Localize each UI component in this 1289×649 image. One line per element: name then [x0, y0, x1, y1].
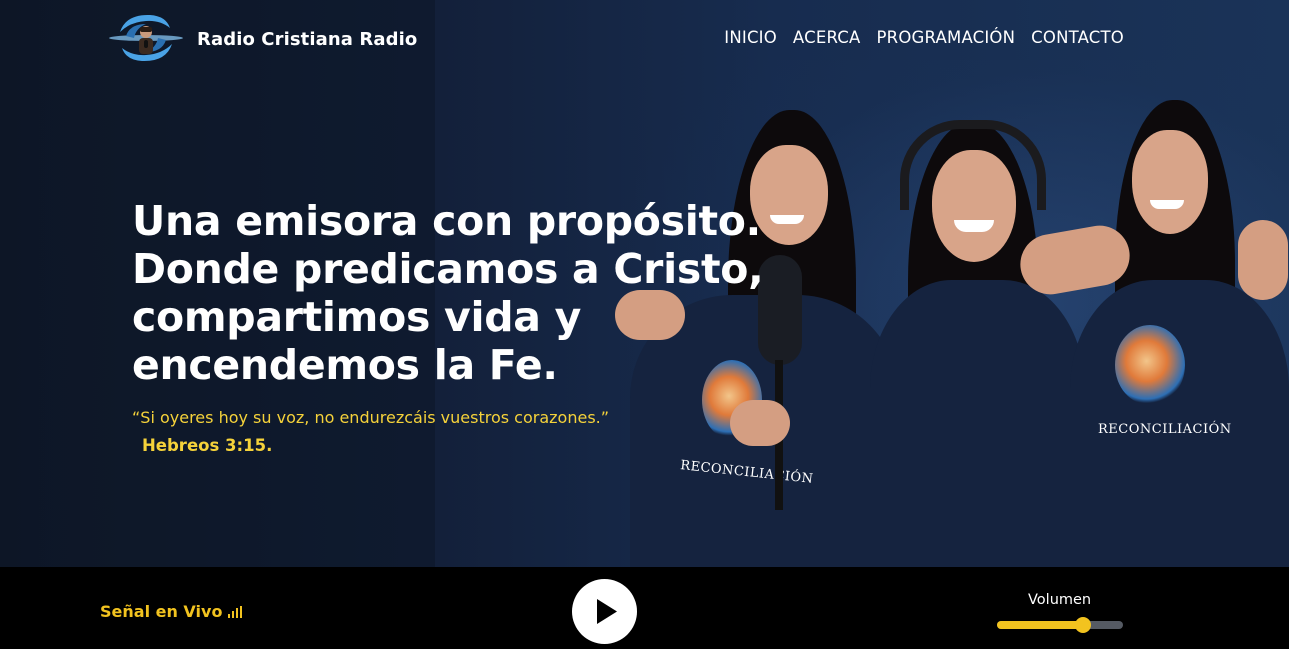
- live-label: Señal en Vivo: [100, 602, 223, 621]
- headline-line-2: Donde predicamos a Cristo,: [132, 245, 764, 293]
- bible-verse: “Si oyeres hoy su voz, no endurezcáis vu…: [132, 408, 610, 427]
- volume-fill: [997, 621, 1083, 629]
- nav-item-acerca[interactable]: ACERCA: [793, 28, 861, 47]
- bible-verse-reference: Hebreos 3:15.: [142, 436, 273, 455]
- volume-label: Volumen: [1028, 592, 1092, 608]
- play-icon: [597, 599, 617, 624]
- site-header: Radio Cristiana Radio INICIO ACERCA PROG…: [0, 0, 1289, 80]
- shirt-text-right: RECONCILIACIÓN: [1098, 422, 1232, 437]
- radio-host-logo-icon[interactable]: [106, 10, 186, 66]
- hero-headline: Una emisora con propósito. Donde predica…: [132, 197, 782, 389]
- signal-bars-icon: [228, 606, 243, 618]
- audio-player-bar: Señal en Vivo Volumen: [0, 567, 1289, 649]
- headline-line-1: Una emisora con propósito.: [132, 197, 761, 245]
- page: RECONCILIACIÓN RECONCILIACIÓN Una emisor…: [0, 0, 1289, 649]
- person-right: RECONCILIACIÓN: [1015, 100, 1289, 567]
- headline-line-3: compartimos vida y: [132, 293, 582, 341]
- hero-section: RECONCILIACIÓN RECONCILIACIÓN Una emisor…: [0, 0, 1289, 567]
- play-button[interactable]: [572, 579, 637, 644]
- live-signal-indicator: Señal en Vivo: [100, 602, 243, 621]
- nav-item-programacion[interactable]: PROGRAMACIÓN: [877, 28, 1016, 47]
- nav-item-inicio[interactable]: INICIO: [724, 28, 777, 47]
- person-middle: [870, 120, 1090, 567]
- volume-slider-thumb[interactable]: [1075, 617, 1091, 633]
- brand-title[interactable]: Radio Cristiana Radio: [197, 29, 417, 50]
- headline-line-4: encendemos la Fe.: [132, 341, 558, 389]
- volume-slider[interactable]: [997, 617, 1123, 633]
- nav-item-contacto[interactable]: CONTACTO: [1031, 28, 1124, 47]
- main-nav: INICIO ACERCA PROGRAMACIÓN CONTACTO: [724, 28, 1124, 47]
